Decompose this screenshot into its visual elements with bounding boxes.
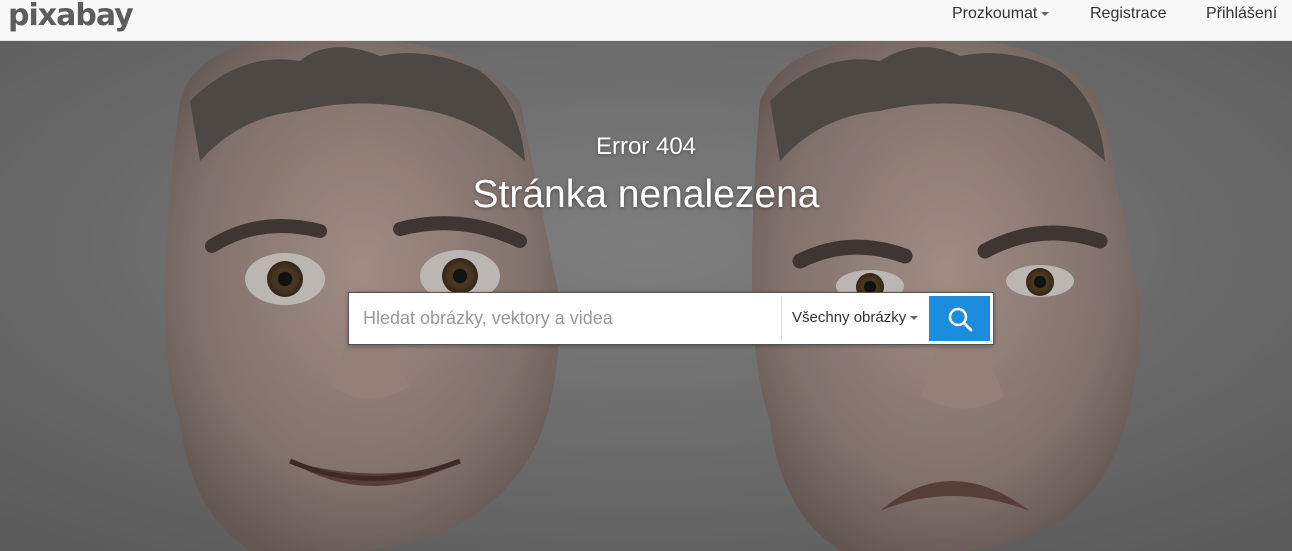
login-link[interactable]: Přihlášení xyxy=(1206,5,1277,23)
register-link[interactable]: Registrace xyxy=(1090,5,1166,23)
search-divider xyxy=(781,296,782,341)
chevron-down-icon xyxy=(1041,11,1050,16)
media-type-label: Všechny obrázky xyxy=(792,309,907,326)
media-type-select[interactable]: Všechny obrázky xyxy=(792,309,919,326)
hero-banner: Error 404 Stránka nenalezena Všechny obr… xyxy=(0,41,1292,551)
search-icon xyxy=(948,307,972,331)
search-form: Všechny obrázky xyxy=(348,292,994,345)
top-navigation-bar: pixabay Prozkoumat Registrace Přihlášení xyxy=(0,0,1292,41)
explore-label: Prozkoumat xyxy=(952,5,1038,22)
page-title: Stránka nenalezena xyxy=(472,173,820,216)
search-button[interactable] xyxy=(929,296,990,341)
chevron-down-icon xyxy=(910,316,919,321)
search-input[interactable] xyxy=(363,293,773,344)
pixabay-logo[interactable]: pixabay xyxy=(8,0,134,34)
error-code: Error 404 xyxy=(595,133,697,160)
explore-menu[interactable]: Prozkoumat xyxy=(952,5,1050,23)
